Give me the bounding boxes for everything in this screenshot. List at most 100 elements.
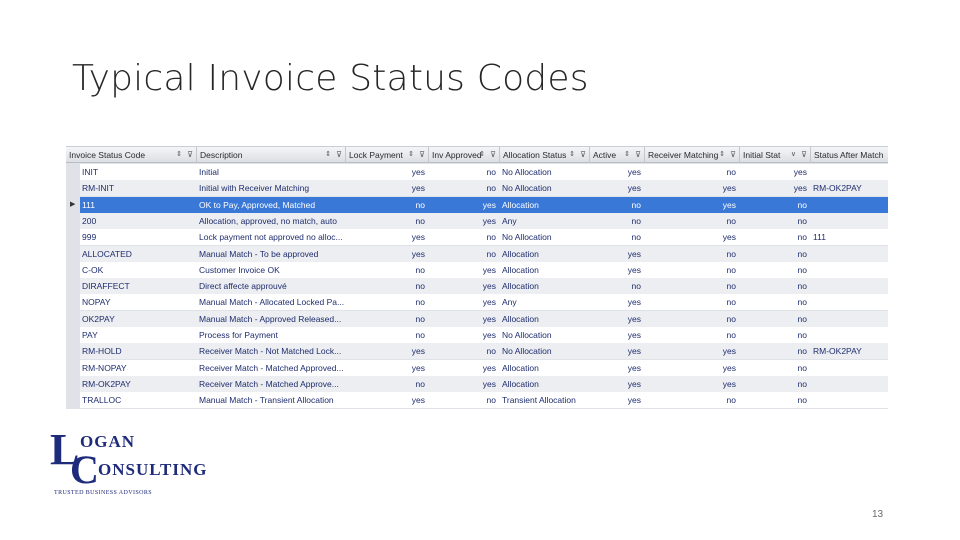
cell-description: OK to Pay, Approved, Matched <box>199 199 316 210</box>
filter-icon[interactable]: ⊽ <box>490 147 496 163</box>
cell-allocation-status: Any <box>502 297 517 308</box>
filter-icon[interactable]: ⊽ <box>730 147 736 163</box>
column-header-allocation-status[interactable]: Allocation Status ⇕ ⊽ <box>500 147 590 163</box>
cell-description: Customer Invoice OK <box>199 264 280 275</box>
cell-status-after-match <box>811 392 888 408</box>
sort-icon[interactable]: ⇕ <box>624 147 630 163</box>
cell-allocation-status: No Allocation <box>502 330 552 340</box>
cell-active: no <box>631 281 641 292</box>
cell-active: yes <box>627 183 641 194</box>
cell-allocation-status: No Allocation <box>502 167 552 177</box>
cell-inv-approved: no <box>486 167 496 177</box>
table-row[interactable]: RM-INIT Initial with Receiver Matching yes… <box>80 180 888 197</box>
cell-description: Lock payment not approved no alloc... <box>199 232 343 243</box>
cell-initial-status: no <box>797 199 807 210</box>
column-header-label: Allocation Status <box>503 150 567 160</box>
table-row[interactable]: 111 OK to Pay, Approved, Matched no yes Allo… <box>80 196 888 213</box>
cell-initial-status: no <box>797 313 807 324</box>
column-header-code[interactable]: Invoice Status Code ⇕ ⊽ <box>66 147 197 163</box>
table-row[interactable]: RM-NOPAY Receiver Match - Matched Approve… <box>80 359 888 376</box>
filter-icon[interactable]: ⊽ <box>635 147 641 163</box>
cell-allocation-status: Allocation <box>502 264 539 275</box>
cell-active: yes <box>627 248 641 259</box>
filter-icon[interactable]: ⊽ <box>419 147 425 163</box>
cell-inv-approved: yes <box>482 199 496 210</box>
cell-description: Manual Match - To be approved <box>199 248 319 259</box>
cell-receiver-matching: yes <box>722 346 736 357</box>
invoice-status-grid: Invoice Status Code ⇕ ⊽ Description ⇕ ⊽ Lock P… <box>66 146 888 409</box>
cell-receiver-matching: no <box>726 215 736 226</box>
column-header-active[interactable]: Active ⇕ ⊽ <box>590 147 645 163</box>
table-row[interactable]: NOPAY Manual Match - Allocated Locked Pa.… <box>80 294 888 311</box>
cell-description: Receiver Match - Not Matched Lock... <box>199 346 342 357</box>
column-header-description[interactable]: Description ⇕ ⊽ <box>197 147 346 163</box>
table-row[interactable]: 200 Allocation, approved, no match, auto n… <box>80 212 888 229</box>
table-row[interactable]: OK2PAY Manual Match - Approved Released..… <box>80 310 888 327</box>
cell-status-after-match <box>811 360 888 376</box>
cell-inv-approved: yes <box>482 330 496 340</box>
table-row[interactable]: DIRAFFECT Direct affecte approuvé no yes All… <box>80 278 888 295</box>
cell-receiver-matching: yes <box>722 199 736 210</box>
table-row[interactable]: RM-HOLD Receiver Match - Not Matched Lock… <box>80 343 888 360</box>
cell-initial-status: no <box>797 378 807 389</box>
cell-status-after-match <box>811 164 888 180</box>
filter-icon[interactable]: ⊽ <box>336 147 342 163</box>
sort-icon[interactable]: ⇕ <box>479 147 485 163</box>
cell-code: RM-OK2PAY <box>82 378 131 389</box>
table-row[interactable]: 999 Lock payment not approved no alloc...… <box>80 229 888 246</box>
cell-initial-status: yes <box>793 167 807 177</box>
sort-icon[interactable]: ⇕ <box>408 147 414 163</box>
cell-allocation-status: No Allocation <box>502 183 552 194</box>
column-header-initial-status[interactable]: Initial Stat ∨ ⊽ <box>740 147 811 163</box>
cell-status-after-match <box>811 327 888 343</box>
cell-description: Receiver Match - Matched Approved... <box>199 362 344 373</box>
cell-inv-approved: yes <box>482 362 496 373</box>
cell-active: yes <box>627 346 641 357</box>
cell-lock-payment: yes <box>411 346 425 357</box>
cell-initial-status: yes <box>793 183 807 194</box>
table-row[interactable]: RM-OK2PAY Receiver Match - Matched Approv… <box>80 375 888 392</box>
column-header-inv-approved[interactable]: Inv Approved ⇕ ⊽ <box>429 147 500 163</box>
cell-active: yes <box>627 330 641 340</box>
cell-initial-status: no <box>797 346 807 357</box>
column-header-label: Inv Approved <box>432 150 482 160</box>
cell-status-after-match <box>811 376 888 392</box>
column-header-label: Status After Match <box>814 150 884 160</box>
sort-icon[interactable]: ⇕ <box>325 147 331 163</box>
cell-initial-status: no <box>797 232 807 243</box>
cell-inv-approved: yes <box>482 297 496 308</box>
cell-description: Direct affecte approuvé <box>199 281 287 292</box>
cell-active: yes <box>627 395 641 406</box>
cell-lock-payment: no <box>415 199 425 210</box>
cell-lock-payment: yes <box>411 248 425 259</box>
filter-icon[interactable]: ⊽ <box>580 147 586 163</box>
table-row[interactable]: INIT Initial yes no No Allocation yes no yes <box>80 164 888 180</box>
cell-status-after-match: 111 <box>813 232 826 243</box>
table-row[interactable]: TRALLOC Manual Match - Transient Allocati… <box>80 392 888 409</box>
cell-code: ALLOCATED <box>82 248 132 259</box>
column-header-lock-payment[interactable]: Lock Payment ⇕ ⊽ <box>346 147 429 163</box>
cell-status-after-match <box>811 278 888 294</box>
column-header-status-after-match[interactable]: Status After Match <box>811 147 888 163</box>
cell-active: no <box>631 232 641 243</box>
cell-inv-approved: no <box>486 346 496 357</box>
cell-description: Manual Match - Approved Released... <box>199 313 342 324</box>
table-row[interactable]: C-OK Customer Invoice OK no yes Allocation ye… <box>80 261 888 278</box>
table-row[interactable]: PAY Process for Payment no yes No Allocation… <box>80 327 888 343</box>
column-header-receiver-matching[interactable]: Receiver Matching ⇕ ⊽ <box>645 147 740 163</box>
sort-icon[interactable]: ⇕ <box>719 147 725 163</box>
cell-lock-payment: yes <box>411 183 425 194</box>
cell-inv-approved: yes <box>482 215 496 226</box>
cell-lock-payment: no <box>415 215 425 226</box>
sort-icon[interactable]: ⇕ <box>569 147 575 163</box>
cell-initial-status: no <box>797 330 807 340</box>
logo-tagline: TRUSTED BUSINESS ADVISORS <box>54 490 153 496</box>
table-row[interactable]: ALLOCATED Manual Match - To be approved ye… <box>80 245 888 262</box>
cell-lock-payment: no <box>415 313 425 324</box>
filter-icon[interactable]: ⊽ <box>801 147 807 163</box>
cell-lock-payment: yes <box>411 167 425 177</box>
filter-icon[interactable]: ⊽ <box>187 147 193 163</box>
sort-icon[interactable]: ∨ <box>791 147 796 163</box>
cell-initial-status: no <box>797 264 807 275</box>
sort-icon[interactable]: ⇕ <box>176 147 182 163</box>
